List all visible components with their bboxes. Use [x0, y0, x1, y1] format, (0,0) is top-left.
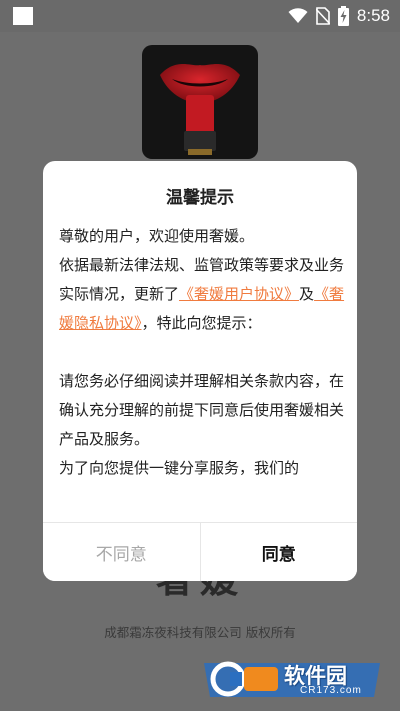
copyright-text: 成都霜冻夜科技有限公司 版权所有	[104, 625, 296, 640]
notification-icon	[13, 7, 33, 25]
agree-button[interactable]: 同意	[200, 523, 357, 581]
watermark-subtext: CR173.com	[300, 685, 362, 696]
prompt-text: ，特此向您提示：	[141, 314, 262, 332]
status-icons: 8:58	[288, 6, 390, 26]
greeting-text: 尊敬的用户，欢迎使用奢媛。	[59, 227, 255, 245]
disagree-button[interactable]: 不同意	[43, 523, 201, 581]
clock: 8:58	[356, 6, 390, 25]
share-service-paragraph: 为了向您提供一键分享服务，我们的	[59, 459, 300, 477]
status-bar: 8:58	[0, 0, 400, 32]
privacy-dialog: 温馨提示 尊敬的用户，欢迎使用奢媛。 依据最新法律法规、监管政策等要求及业务实际…	[43, 161, 357, 581]
dialog-title: 温馨提示	[166, 188, 234, 208]
dialog-footer: 不同意 同意	[43, 522, 357, 581]
user-agreement-link[interactable]: 《奢媛用户协议》	[179, 285, 299, 303]
watermark: 软件园 CR173.com	[200, 657, 384, 701]
no-sim-icon	[315, 7, 330, 25]
dialog-content[interactable]: 尊敬的用户，欢迎使用奢媛。 依据最新法律法规、监管政策等要求及业务实际情况，更新…	[59, 222, 345, 514]
conjunction-text: 及	[299, 285, 315, 303]
read-terms-paragraph: 请您务必仔细阅读并理解相关条款内容，在确认充分理解的前提下同意后使用奢媛相关产品…	[59, 372, 345, 448]
update-notice-paragraph: 依据最新法律法规、监管政策等要求及业务实际情况，更新了《奢媛用户协议》及《奢媛隐…	[59, 251, 345, 338]
wifi-icon	[288, 8, 308, 23]
battery-charging-icon	[337, 6, 349, 26]
app-logo-icon	[142, 45, 258, 159]
